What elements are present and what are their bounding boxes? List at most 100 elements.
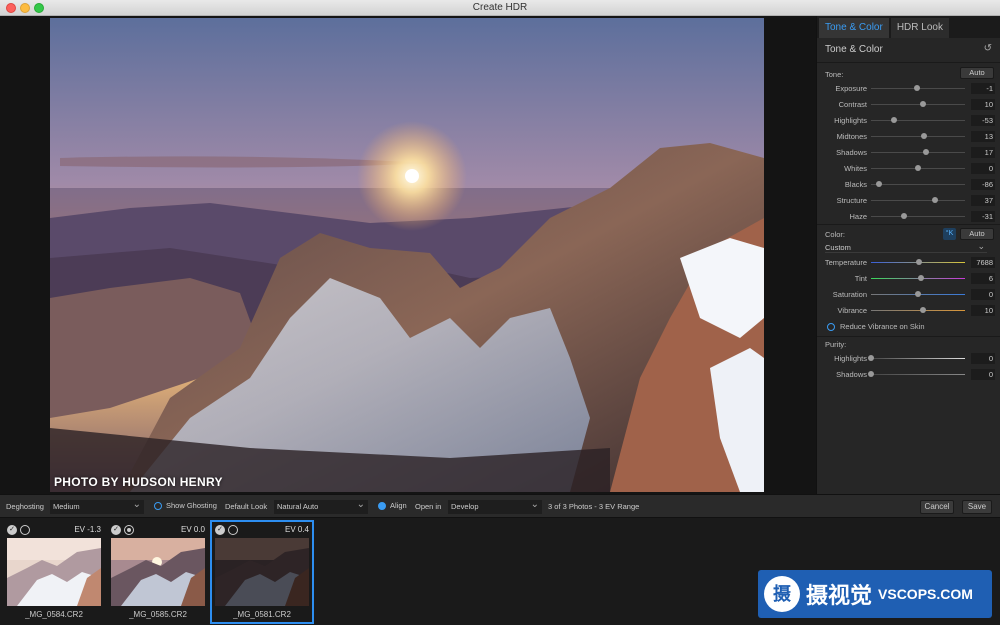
checkmark-icon[interactable]: ✓ — [111, 525, 121, 535]
purity-slider-highlights[interactable]: Highlights 0 — [817, 352, 1000, 366]
title-bar: Create HDR — [0, 0, 1000, 16]
cancel-button[interactable]: Cancel — [920, 500, 954, 514]
slider-track[interactable] — [871, 120, 965, 121]
filmstrip-item-selected[interactable]: ✓ EV 0.4 _MG_0581.CR2 — [210, 520, 314, 624]
slider-thumb[interactable] — [915, 259, 922, 265]
slider-label: Structure — [836, 196, 867, 205]
checkmark-icon[interactable]: ✓ — [215, 525, 225, 535]
frame-header: ✓ EV 0.0 — [111, 525, 205, 537]
reset-icon[interactable]: ↺ — [984, 43, 992, 54]
tone-slider-structure[interactable]: Structure 37 — [817, 194, 1000, 208]
slider-thumb[interactable] — [915, 291, 921, 297]
open-in-select[interactable]: Develop ⌄ — [448, 500, 542, 514]
slider-value-field[interactable]: 7688 — [971, 257, 995, 268]
slider-track[interactable] — [871, 136, 965, 137]
slider-track[interactable] — [871, 152, 965, 153]
tone-slider-exposure[interactable]: Exposure -1 — [817, 82, 1000, 96]
watermark: 摄 摄视觉 VSCOPS.COM — [758, 570, 992, 618]
slider-track[interactable] — [871, 104, 965, 105]
primary-circle-icon[interactable] — [228, 525, 238, 535]
slider-thumb[interactable] — [890, 117, 897, 123]
default-look-select[interactable]: Natural Auto ⌄ — [274, 500, 368, 514]
tone-slider-highlights[interactable]: Highlights -53 — [817, 114, 1000, 128]
save-button[interactable]: Save — [962, 500, 992, 514]
tone-slider-midtones[interactable]: Midtones 13 — [817, 130, 1000, 144]
ev-value: EV 0.0 — [180, 525, 205, 534]
slider-value-field[interactable]: -1 — [971, 83, 995, 94]
tone-slider-haze[interactable]: Haze -31 — [817, 210, 1000, 224]
slider-thumb[interactable] — [914, 85, 921, 91]
radio-circle-icon — [827, 322, 835, 331]
color-slider-temperature[interactable]: Temperature 7688 — [817, 256, 1000, 270]
primary-circle-icon[interactable] — [20, 525, 30, 535]
color-slider-vibrance[interactable]: Vibrance 10 — [817, 304, 1000, 318]
slider-label: Saturation — [832, 290, 867, 299]
slider-value-field[interactable]: -53 — [971, 115, 995, 126]
slider-value-field[interactable]: -86 — [971, 179, 995, 190]
slider-thumb[interactable] — [900, 213, 907, 219]
slider-thumb[interactable] — [919, 307, 926, 313]
slider-thumb[interactable] — [915, 165, 921, 171]
tab-hdr-look[interactable]: HDR Look — [890, 18, 949, 38]
slider-value-field[interactable]: 0 — [971, 163, 995, 174]
slider-value-field[interactable]: 13 — [971, 131, 995, 142]
tone-auto-button[interactable]: Auto — [960, 67, 994, 79]
slider-track[interactable] — [871, 310, 965, 311]
filmstrip-item[interactable]: ✓ EV 0.0 _MG_0585.CR2 — [108, 522, 208, 622]
slider-thumb[interactable] — [920, 133, 927, 139]
slider-value-field[interactable]: 17 — [971, 147, 995, 158]
align-checkbox[interactable]: Align — [378, 501, 407, 510]
slider-thumb[interactable] — [868, 355, 874, 361]
slider-label: Shadows — [836, 148, 867, 157]
deghosting-select[interactable]: Medium ⌄ — [50, 500, 144, 514]
bottom-toolbar: Deghosting Medium ⌄ Show Ghosting Defaul… — [0, 494, 1000, 518]
tone-slider-contrast[interactable]: Contrast 10 — [817, 98, 1000, 112]
open-in-value: Develop — [451, 502, 479, 511]
color-auto-button[interactable]: Auto — [960, 228, 994, 240]
slider-thumb[interactable] — [868, 371, 874, 377]
slider-track[interactable] — [871, 374, 965, 375]
slider-track[interactable] — [871, 184, 965, 185]
color-slider-saturation[interactable]: Saturation 0 — [817, 288, 1000, 302]
slider-value-field[interactable]: 0 — [971, 369, 995, 380]
chevron-down-icon: ⌄ — [356, 499, 365, 510]
primary-circle-icon[interactable] — [124, 525, 134, 535]
slider-value-field[interactable]: 6 — [971, 273, 995, 284]
slider-value-field[interactable]: -31 — [971, 211, 995, 222]
slider-label: Temperature — [824, 258, 867, 267]
color-slider-tint[interactable]: Tint 6 — [817, 272, 1000, 286]
purity-slider-shadows[interactable]: Shadows 0 — [817, 368, 1000, 382]
white-balance-preset-select[interactable]: Custom ⌄ — [825, 241, 987, 253]
slider-value-field[interactable]: 0 — [971, 289, 995, 300]
slider-value-field[interactable]: 10 — [971, 305, 995, 316]
thumbnail-image — [215, 538, 309, 606]
slider-value-field[interactable]: 10 — [971, 99, 995, 110]
tab-tone-color[interactable]: Tone & Color — [819, 18, 889, 38]
slider-thumb[interactable] — [922, 149, 929, 155]
slider-track[interactable] — [871, 358, 965, 359]
show-ghosting-checkbox[interactable]: Show Ghosting — [154, 501, 217, 510]
tone-slider-blacks[interactable]: Blacks -86 — [817, 178, 1000, 192]
tone-slider-shadows[interactable]: Shadows 17 — [817, 146, 1000, 160]
white-balance-preset-value: Custom — [825, 243, 851, 252]
checkmark-icon[interactable]: ✓ — [7, 525, 17, 535]
filename: _MG_0581.CR2 — [233, 610, 291, 619]
slider-thumb[interactable] — [931, 197, 938, 203]
white-balance-picker-icon[interactable]: °K — [943, 228, 956, 240]
slider-value-field[interactable]: 0 — [971, 353, 995, 364]
divider — [817, 62, 1000, 63]
divider — [817, 224, 1000, 225]
slider-thumb[interactable] — [919, 101, 926, 107]
slider-label: Haze — [849, 212, 867, 221]
reduce-vibrance-checkbox[interactable]: Reduce Vibrance on Skin — [827, 322, 925, 331]
slider-thumb[interactable] — [917, 275, 924, 281]
filmstrip-item[interactable]: ✓ EV -1.3 _MG_0584.CR2 — [4, 522, 104, 622]
slider-track[interactable] — [871, 200, 965, 201]
tone-slider-whites[interactable]: Whites 0 — [817, 162, 1000, 176]
watermark-logo: 摄 — [764, 576, 800, 612]
slider-track[interactable] — [871, 216, 965, 217]
slider-value-field[interactable]: 37 — [971, 195, 995, 206]
chevron-down-icon: ⌄ — [977, 241, 985, 251]
slider-thumb[interactable] — [875, 181, 882, 187]
photo-credit: PHOTO BY HUDSON HENRY — [54, 475, 223, 489]
